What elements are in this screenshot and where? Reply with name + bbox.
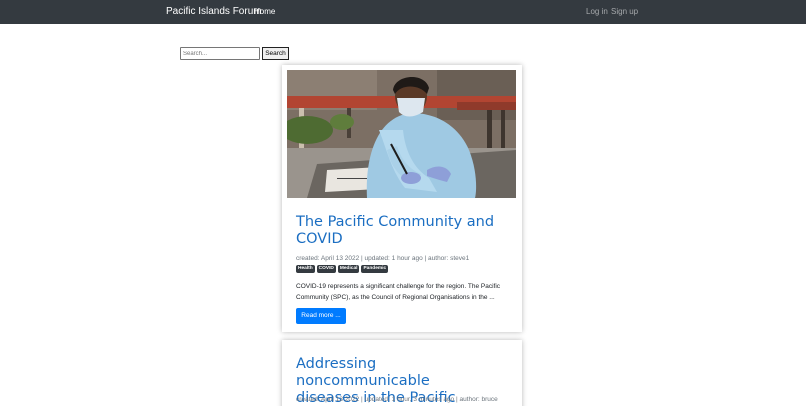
post-card: The Pacific Community and COVID created:… (282, 65, 522, 332)
post-meta: created: April 13 2022 | updated: 1 hour… (296, 396, 498, 403)
post-excerpt: COVID-19 represents a significant challe… (296, 283, 501, 301)
post-card: Addressing noncommunicable diseases in t… (282, 340, 522, 406)
post-meta: created: April 13 2022 | updated: 1 hour… (296, 255, 470, 262)
read-more-button[interactable]: Read more ... (296, 308, 346, 324)
tag-badge[interactable]: Pandemic (361, 265, 389, 273)
post-image[interactable] (287, 70, 516, 198)
nav-login-link[interactable]: Log in (586, 7, 608, 16)
search-button[interactable]: Search (262, 47, 289, 60)
top-navbar: Pacific Islands Forum Home Log in Sign u… (0, 0, 806, 24)
nav-signup-link[interactable]: Sign up (611, 7, 638, 16)
search-input[interactable] (180, 47, 260, 60)
brand-link[interactable]: Pacific Islands Forum (166, 6, 262, 17)
tag-badge[interactable]: Medical (337, 265, 360, 273)
post-title-link[interactable]: The Pacific Community and COVID (296, 214, 496, 248)
tag-list: Health COVID Medical Pandemic (296, 265, 389, 273)
tag-badge[interactable]: Health (296, 265, 315, 273)
tag-badge[interactable]: COVID (316, 265, 336, 273)
nav-home-link[interactable]: Home (254, 7, 275, 16)
